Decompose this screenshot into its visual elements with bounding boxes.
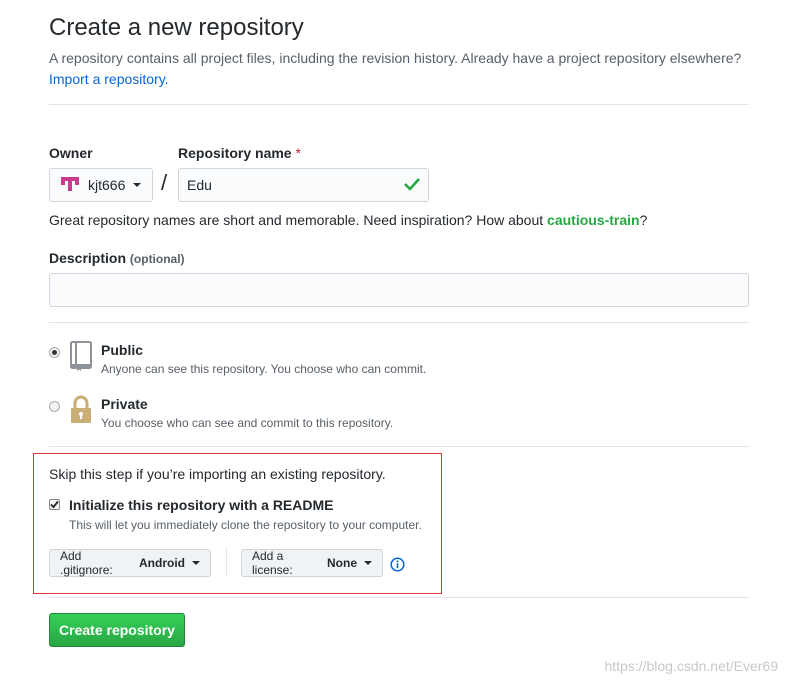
radio-selected-dot xyxy=(52,350,57,355)
divider xyxy=(49,597,749,598)
description-input[interactable] xyxy=(49,273,749,307)
repo-name-hint: Great repository names are short and mem… xyxy=(49,212,647,228)
chevron-down-icon xyxy=(133,183,142,187)
description-label: Description (optional) xyxy=(49,250,185,266)
lock-icon xyxy=(68,395,94,428)
readme-label[interactable]: Initialize this repository with a README xyxy=(69,497,333,513)
repo-book-icon xyxy=(68,341,94,374)
check-icon xyxy=(404,177,420,194)
chevron-down-icon xyxy=(192,561,200,565)
license-value: None xyxy=(327,556,357,570)
owner-repo-separator: / xyxy=(161,170,168,195)
gitignore-value: Android xyxy=(139,556,185,570)
repo-name-label-text: Repository name xyxy=(178,145,292,161)
public-title: Public xyxy=(101,342,144,358)
hint-prefix: Great repository names are short and mem… xyxy=(49,212,548,228)
checkmark-icon xyxy=(50,500,59,509)
create-repository-button[interactable]: Create repository xyxy=(49,613,185,647)
readme-checkbox[interactable] xyxy=(49,499,60,510)
import-repository-link[interactable]: Import a repository. xyxy=(49,71,169,87)
repo-name-value: Edu xyxy=(187,177,212,193)
private-title: Private xyxy=(101,396,148,412)
divider xyxy=(226,547,227,577)
private-radio[interactable] xyxy=(49,401,60,412)
repo-name-input[interactable]: Edu xyxy=(178,168,429,202)
watermark: https://blog.csdn.net/Ever69 xyxy=(604,658,778,674)
hint-suffix: ? xyxy=(639,212,648,228)
optional-tag: (optional) xyxy=(129,252,185,266)
page-title: Create a new repository xyxy=(49,14,304,41)
skip-note: Skip this step if you’re importing an ex… xyxy=(49,466,386,482)
license-select-button[interactable]: Add a license: None xyxy=(241,549,383,577)
owner-avatar-icon xyxy=(60,174,80,197)
divider xyxy=(49,446,749,447)
owner-name: kjt666 xyxy=(88,177,126,193)
divider xyxy=(49,104,749,105)
suggested-name-link[interactable]: cautious-train xyxy=(547,212,640,228)
divider xyxy=(49,322,749,323)
public-desc: Anyone can see this repository. You choo… xyxy=(101,362,427,376)
gitignore-select-button[interactable]: Add .gitignore: Android xyxy=(49,549,211,577)
public-radio[interactable] xyxy=(49,347,60,358)
private-desc: You choose who can see and commit to thi… xyxy=(101,416,394,430)
required-mark: * xyxy=(295,145,301,161)
license-label: Add a license: xyxy=(252,549,293,577)
subtitle-text: A repository contains all project files,… xyxy=(49,50,742,66)
repo-name-label: Repository name * xyxy=(178,145,301,161)
owner-label: Owner xyxy=(49,145,93,161)
page-subtitle: A repository contains all project files,… xyxy=(49,48,754,90)
chevron-down-icon xyxy=(364,561,372,565)
gitignore-label: Add .gitignore: xyxy=(60,549,113,577)
description-label-text: Description xyxy=(49,250,127,266)
owner-select-button[interactable]: kjt666 xyxy=(49,168,153,202)
info-icon[interactable] xyxy=(390,557,405,575)
readme-desc: This will let you immediately clone the … xyxy=(69,518,422,532)
